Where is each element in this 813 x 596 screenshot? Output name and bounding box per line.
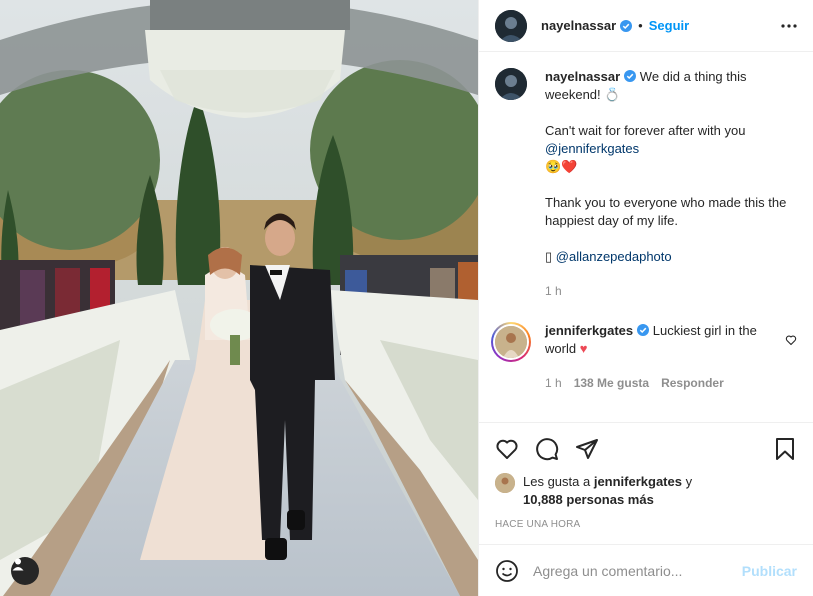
- author-username[interactable]: nayelnassar: [541, 18, 616, 33]
- comment-button[interactable]: [535, 437, 559, 461]
- likes-prefix: Les gusta a: [523, 474, 594, 489]
- bookmark-icon: [776, 438, 794, 460]
- comment-item: jenniferkgates Luckiest girl in the worl…: [491, 322, 797, 392]
- story-ring[interactable]: [491, 322, 531, 362]
- caption-emoji-line: 🥹❤️: [545, 159, 578, 174]
- caption-time[interactable]: 1 h: [545, 282, 562, 300]
- comment-likes[interactable]: 138 Me gusta: [574, 374, 649, 392]
- comment-time[interactable]: 1 h: [545, 374, 562, 392]
- avatar-image: [495, 473, 515, 493]
- caption-line-3: Thank you to everyone who made this the …: [545, 195, 787, 228]
- caption-username[interactable]: nayelnassar: [545, 69, 620, 84]
- follow-button[interactable]: Seguir: [649, 18, 689, 33]
- likes-count[interactable]: 10,888 personas más: [523, 492, 654, 507]
- heart-outline-icon: [785, 335, 797, 346]
- mention-photographer[interactable]: @allanzepedaphoto: [556, 249, 672, 264]
- heart-emoji: ♥: [579, 341, 588, 356]
- verified-badge-icon: [624, 70, 637, 82]
- post-actions: Les gusta a jenniferkgates y 10,888 pers…: [479, 422, 813, 530]
- user-icon: [12, 558, 24, 571]
- wedding-photo: [0, 0, 478, 596]
- like-comment-button[interactable]: [785, 334, 797, 349]
- verified-badge-icon: [637, 324, 650, 336]
- post-header: nayelnassar • Seguir: [479, 0, 813, 52]
- caption-line-2: Can't wait for forever after with you: [545, 123, 746, 138]
- separator-dot: •: [638, 18, 643, 33]
- avatar-image: [495, 68, 527, 100]
- comment-input[interactable]: [533, 562, 742, 579]
- more-options-button[interactable]: [781, 23, 797, 28]
- likes-summary: Les gusta a jenniferkgates y 10,888 pers…: [495, 473, 797, 509]
- post-timestamp[interactable]: HACE UNA HORA: [495, 519, 797, 530]
- emoji-button[interactable]: [495, 559, 519, 583]
- like-button[interactable]: [495, 437, 519, 461]
- liker-avatar[interactable]: [495, 473, 515, 493]
- reply-button[interactable]: Responder: [661, 374, 724, 392]
- comments-list[interactable]: nayelnassar We did a thing this weekend!…: [479, 52, 813, 422]
- avatar-image: [495, 326, 527, 358]
- caption-avatar[interactable]: [495, 68, 527, 100]
- emoji-icon: [496, 559, 518, 582]
- share-button[interactable]: [575, 437, 599, 461]
- more-icon: [781, 23, 797, 28]
- comment-icon: [536, 438, 559, 461]
- publish-button[interactable]: Publicar: [742, 563, 797, 579]
- commenter-avatar: [495, 326, 527, 358]
- author-avatar[interactable]: [495, 9, 527, 42]
- caption: nayelnassar We did a thing this weekend!…: [495, 68, 797, 300]
- post-image[interactable]: [0, 0, 478, 596]
- avatar-image: [495, 9, 527, 42]
- save-button[interactable]: [773, 437, 797, 461]
- send-icon: [576, 439, 598, 459]
- liker-username[interactable]: jenniferkgates: [594, 474, 682, 489]
- post-side-panel: nayelnassar • Seguir nayelnassar We did …: [478, 0, 813, 596]
- likes-and: y: [681, 474, 693, 489]
- instagram-post: nayelnassar • Seguir nayelnassar We did …: [0, 0, 813, 596]
- heart-icon: [496, 439, 518, 459]
- verified-badge-icon: [620, 19, 633, 32]
- mention-jenniferkgates[interactable]: @jenniferkgates: [545, 141, 639, 156]
- camera-icon: ▯: [545, 249, 553, 264]
- commenter-username[interactable]: jenniferkgates: [545, 323, 633, 338]
- add-comment-bar: Publicar: [479, 544, 813, 596]
- tagged-users-button[interactable]: [11, 557, 39, 585]
